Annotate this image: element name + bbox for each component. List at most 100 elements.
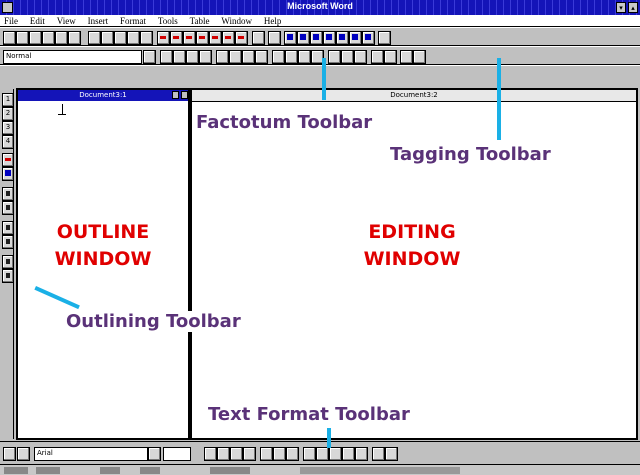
- format-painter-icon[interactable]: [252, 31, 265, 45]
- undo-icon[interactable]: [88, 31, 101, 45]
- help-icon[interactable]: [378, 31, 391, 45]
- tag-icon-7[interactable]: [362, 31, 375, 45]
- bullets-icon[interactable]: [229, 50, 242, 64]
- view-normal-icon[interactable]: [3, 447, 16, 461]
- tag-icon-4[interactable]: [323, 31, 336, 45]
- editing-window[interactable]: Document3:2 EDITING WINDOW: [190, 88, 638, 440]
- all-caps-icon[interactable]: [316, 447, 329, 461]
- outline-level-1-button[interactable]: 1: [2, 93, 14, 107]
- justify-icon[interactable]: [199, 50, 212, 64]
- blue-arrow-icon[interactable]: [2, 167, 14, 181]
- tag-icon-2[interactable]: [297, 31, 310, 45]
- menu-tools[interactable]: Tools: [158, 15, 178, 27]
- outline-first-line-icon[interactable]: [2, 269, 14, 283]
- tab-right-icon[interactable]: [298, 50, 311, 64]
- minimize-button[interactable]: ▾: [616, 2, 626, 13]
- factotum-up-icon[interactable]: [183, 31, 196, 45]
- small-caps-icon[interactable]: [303, 447, 316, 461]
- decrease-indent-icon[interactable]: [242, 50, 255, 64]
- view-outline-icon[interactable]: [17, 447, 30, 461]
- outline-minimize-icon[interactable]: [172, 91, 179, 99]
- text-format-toolbar: Arial: [0, 441, 640, 463]
- copy-icon[interactable]: [127, 31, 140, 45]
- strikethrough-icon[interactable]: [243, 447, 256, 461]
- print-preview-icon[interactable]: [68, 31, 81, 45]
- symbol-icon[interactable]: [372, 447, 385, 461]
- highlight-icon[interactable]: [286, 447, 299, 461]
- outline-window-label-2: WINDOW: [54, 248, 152, 270]
- shading-icon[interactable]: [354, 50, 367, 64]
- new-document-icon[interactable]: [3, 31, 16, 45]
- outline-move-up-icon[interactable]: [2, 221, 14, 235]
- menu-edit[interactable]: Edit: [30, 15, 45, 27]
- bold-icon[interactable]: [204, 447, 217, 461]
- italic-icon[interactable]: [217, 447, 230, 461]
- maximize-button[interactable]: ▴: [628, 2, 638, 13]
- outline-maximize-icon[interactable]: [181, 91, 188, 99]
- cut-icon[interactable]: [114, 31, 127, 45]
- align-right-icon[interactable]: [186, 50, 199, 64]
- outline-level-4-button[interactable]: 4: [2, 135, 14, 149]
- outline-level-3-button[interactable]: 3: [2, 121, 14, 135]
- text-color-icon[interactable]: [355, 447, 368, 461]
- red-arrow-icon[interactable]: [2, 153, 14, 167]
- align-left-icon[interactable]: [160, 50, 173, 64]
- style-dropdown-icon[interactable]: [143, 50, 156, 64]
- outline-level-2-button[interactable]: 2: [2, 107, 14, 121]
- factotum-demote-icon[interactable]: [170, 31, 183, 45]
- factotum-expand-icon[interactable]: [209, 31, 222, 45]
- factotum-collapse-icon[interactable]: [222, 31, 235, 45]
- menu-insert[interactable]: Insert: [88, 15, 109, 27]
- font-combo[interactable]: Arial: [34, 447, 148, 461]
- outline-move-down-icon[interactable]: [2, 235, 14, 249]
- save-all-icon[interactable]: [42, 31, 55, 45]
- factotum-down-icon[interactable]: [196, 31, 209, 45]
- factotum-promote-icon[interactable]: [157, 31, 170, 45]
- open-icon[interactable]: [16, 31, 29, 45]
- outline-show-all-icon[interactable]: [2, 255, 14, 269]
- outline-window-title: Document3:1: [18, 90, 188, 101]
- menu-file[interactable]: File: [4, 15, 18, 27]
- font-dropdown-icon[interactable]: [148, 447, 161, 461]
- tab-left-icon[interactable]: [272, 50, 285, 64]
- menu-format[interactable]: Format: [120, 15, 146, 27]
- menu-bar: File Edit View Insert Format Tools Table…: [0, 15, 640, 27]
- hidden-text-icon[interactable]: [329, 447, 342, 461]
- menu-view[interactable]: View: [57, 15, 76, 27]
- format-help-icon[interactable]: [385, 447, 398, 461]
- menu-table[interactable]: Table: [190, 15, 210, 27]
- ruler-icon[interactable]: [371, 50, 384, 64]
- tag-icon-6[interactable]: [349, 31, 362, 45]
- zoom-icon[interactable]: [400, 50, 413, 64]
- style-combo[interactable]: Normal: [3, 50, 142, 64]
- format-extra-icon[interactable]: [413, 50, 426, 64]
- outline-window-label-1: OUTLINE: [56, 221, 150, 243]
- frame-icon[interactable]: [328, 50, 341, 64]
- subscript-icon[interactable]: [273, 447, 286, 461]
- outline-expand-icon[interactable]: [2, 187, 14, 201]
- increase-indent-icon[interactable]: [255, 50, 268, 64]
- tab-center-icon[interactable]: [285, 50, 298, 64]
- text-format-callout: Text Format Toolbar: [208, 404, 410, 425]
- menu-help[interactable]: Help: [264, 15, 282, 27]
- print-icon[interactable]: [55, 31, 68, 45]
- underline-icon[interactable]: [230, 447, 243, 461]
- font-size-combo[interactable]: [163, 447, 191, 461]
- tag-icon-1[interactable]: [284, 31, 297, 45]
- show-all-icon[interactable]: [384, 50, 397, 64]
- outline-window[interactable]: Document3:1 OUTLINE WINDOW: [16, 88, 190, 440]
- factotum-move-icon[interactable]: [235, 31, 248, 45]
- outline-collapse-icon[interactable]: [2, 201, 14, 215]
- numbering-icon[interactable]: [216, 50, 229, 64]
- border-icon[interactable]: [341, 50, 354, 64]
- menu-window[interactable]: Window: [221, 15, 252, 27]
- tag-icon-3[interactable]: [310, 31, 323, 45]
- align-center-icon[interactable]: [173, 50, 186, 64]
- superscript-icon[interactable]: [260, 447, 273, 461]
- paste-icon[interactable]: [140, 31, 153, 45]
- redo-icon[interactable]: [101, 31, 114, 45]
- char-spacing-icon[interactable]: [342, 447, 355, 461]
- tag-icon-5[interactable]: [336, 31, 349, 45]
- save-icon[interactable]: [29, 31, 42, 45]
- insert-table-icon[interactable]: [268, 31, 281, 45]
